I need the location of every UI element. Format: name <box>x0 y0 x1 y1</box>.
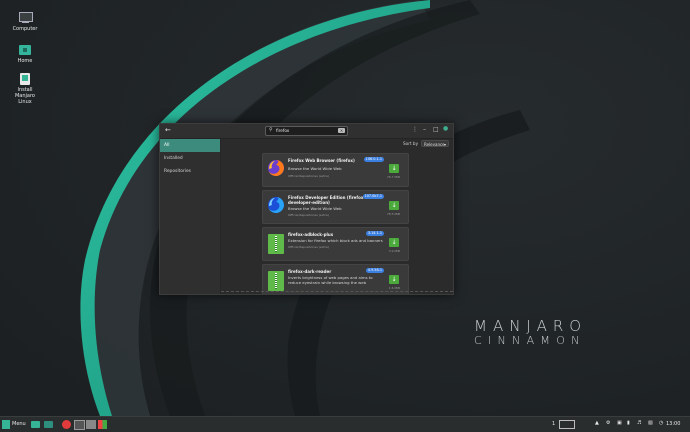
vivaldi-browser-icon[interactable] <box>62 420 71 429</box>
clock[interactable]: 13:00 <box>666 421 680 430</box>
desktop-icon-label: Install Manjaro Linux <box>14 87 35 105</box>
version-badge: 106.0.1-1 <box>363 157 384 162</box>
network-icon[interactable]: ▲ <box>595 420 599 429</box>
package-icon <box>266 269 286 291</box>
brand-subtitle: CINNAMON <box>474 334 586 347</box>
clock-icon: ◷ <box>659 420 664 426</box>
clipboard-icon[interactable]: ▧ <box>648 420 653 429</box>
download-size: 78.5 MiB <box>386 212 400 216</box>
titlebar: ← ⚲ firefox × ⋮ – □ ● <box>160 124 453 139</box>
version-badge: 107.0b7-1 <box>362 194 384 199</box>
menu-button[interactable]: Menu <box>12 421 26 430</box>
install-button[interactable]: ↓ <box>389 201 399 210</box>
desktop-icon-install[interactable]: Install Manjaro Linux <box>0 72 50 105</box>
app-description: Inverts brightness of web pages and aims… <box>288 275 373 285</box>
workspace-indicator[interactable]: 1 <box>552 421 555 430</box>
app-grid-icon[interactable] <box>98 420 107 429</box>
app-description: Browse the World Wide Web <box>288 166 342 171</box>
manjaro-logo-icon[interactable] <box>2 420 10 429</box>
desktop-icon-label: Computer <box>12 26 38 32</box>
install-button[interactable]: ↓ <box>389 275 399 284</box>
terminal-icon[interactable] <box>74 420 85 430</box>
version-badge: 4.9.58-1 <box>365 268 384 273</box>
home-folder-icon <box>18 43 32 56</box>
install-icon <box>18 72 32 85</box>
chevron-down-icon: ▾ <box>443 142 446 147</box>
settings-icon[interactable]: ⚙ <box>606 420 610 429</box>
menu-kebab-icon[interactable]: ⋮ <box>412 126 418 133</box>
workspace-switcher[interactable] <box>559 420 575 429</box>
app-name: Firefox Developer Edition (firefox-devel… <box>288 195 366 205</box>
software-manager-window: ← ⚲ firefox × ⋮ – □ ● All Installed Repo… <box>159 123 454 295</box>
back-arrow-icon[interactable]: ← <box>165 126 171 134</box>
sidebar-item-all[interactable]: All <box>160 139 220 152</box>
package-icon <box>266 232 286 254</box>
divider <box>221 291 453 292</box>
result-card[interactable]: firefox-adblock-plus Extension for firef… <box>262 227 409 261</box>
desktop-icon-home[interactable]: Home <box>0 43 50 64</box>
battery-icon[interactable]: ▮ <box>627 420 630 429</box>
app-description: Extension for firefox which block ads an… <box>288 238 383 243</box>
search-icon: ⚲ <box>269 127 273 133</box>
software-manager-taskbar-icon[interactable] <box>86 420 96 429</box>
result-card[interactable]: Firefox Web Browser (firefox) Browse the… <box>262 153 409 187</box>
minimize-icon[interactable]: – <box>423 126 426 133</box>
download-size: 76.7 MiB <box>386 175 400 179</box>
desktop-icon-label: Home <box>17 58 33 64</box>
firefox-developer-icon <box>268 197 284 213</box>
install-button[interactable]: ↓ <box>389 164 399 173</box>
result-card[interactable]: Firefox Developer Edition (firefox-devel… <box>262 190 409 224</box>
install-button[interactable]: ↓ <box>389 238 399 247</box>
notifications-icon[interactable]: ▣ <box>617 420 622 429</box>
firefox-icon <box>268 160 284 176</box>
result-card[interactable]: firefox-dark-reader Inverts brightness o… <box>262 264 409 294</box>
search-input-value: firefox <box>276 128 290 133</box>
sort-label: Sort by <box>403 141 419 146</box>
sort-select-value: Relevance <box>424 142 445 147</box>
close-icon[interactable]: ● <box>443 125 448 132</box>
app-name: firefox-adblock-plus <box>288 232 334 237</box>
app-name: Firefox Web Browser (firefox) <box>288 158 355 163</box>
maximize-icon[interactable]: □ <box>433 126 439 133</box>
desktop-icon-computer[interactable]: Computer <box>0 11 50 32</box>
search-input[interactable]: ⚲ firefox × <box>265 126 348 136</box>
version-badge: 3.14.1-1 <box>365 231 384 236</box>
files-icon[interactable] <box>31 421 40 428</box>
results-panel: Sort by Relevance ▾ Firefox Web Browser … <box>221 139 453 294</box>
sidebar-item-installed[interactable]: Installed <box>160 152 220 165</box>
brand-title: MANJARO <box>474 317 588 335</box>
folder-icon[interactable] <box>44 421 53 428</box>
app-origin: Official Repositories (extra) <box>288 245 329 249</box>
sidebar-item-repositories[interactable]: Repositories <box>160 165 220 178</box>
app-origin: Official Repositories (extra) <box>288 174 329 178</box>
clear-search-icon[interactable]: × <box>338 128 345 133</box>
sidebar: All Installed Repositories <box>160 139 221 294</box>
app-origin: Official Repositories (extra) <box>288 213 329 217</box>
app-description: Browse the World Wide Web <box>288 206 342 211</box>
taskbar: Menu 1 ▲ ⚙ ▣ ▮ ♬ ▧ ◷ 13:00 <box>0 416 690 432</box>
sort-select[interactable]: Relevance ▾ <box>421 140 449 147</box>
app-name: firefox-dark-reader <box>288 269 332 274</box>
download-size: 1.6 MiB <box>388 286 400 290</box>
volume-icon[interactable]: ♬ <box>637 420 641 429</box>
computer-icon <box>18 11 33 24</box>
download-size: 3.9 MiB <box>388 249 400 253</box>
